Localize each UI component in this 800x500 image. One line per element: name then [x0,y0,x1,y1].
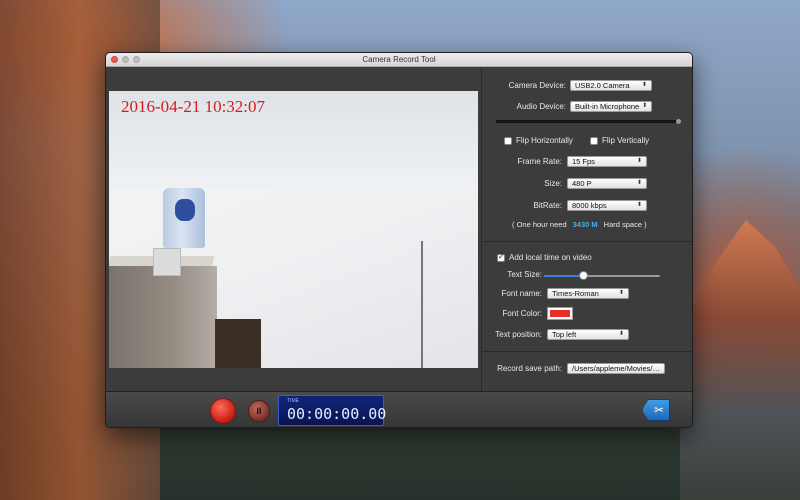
size-label: Size: [544,179,562,188]
frame-rate-select[interactable]: 15 Fps ⬍ [567,156,647,167]
audio-level-meter [496,120,680,123]
timer-caption: TIME [287,398,299,404]
window-controls [111,56,140,63]
video-chair [215,319,261,368]
chevron-updown-icon: ⬍ [618,290,624,296]
video-cabinet [109,266,217,368]
size-select[interactable]: 480 P ⬍ [567,178,647,189]
save-path-row: Record save path: /Users/appleme/Movies/… [482,363,665,374]
text-position-select[interactable]: Top left ⬍ [547,329,629,340]
add-time-row[interactable]: Add local time on video [497,252,592,262]
camera-device-label: Camera Device: [508,81,566,90]
timer-value: 00:00:00.00 [287,405,387,423]
text-size-slider[interactable] [544,271,660,281]
video-timestamp: 2016-04-21 10:32:07 [121,97,266,116]
chevron-updown-icon: ⬍ [636,180,642,186]
text-size-label: Text Size: [507,270,542,279]
maximize-window-button[interactable] [133,56,140,63]
scissors-icon: ✂ [653,403,665,417]
font-name-value: Times-Roman [552,289,599,298]
video-wire [421,241,423,368]
window-title: Camera Record Tool [362,55,436,64]
text-position-value: Top left [552,330,577,339]
chevron-updown-icon: ⬍ [663,364,664,373]
title-bar: Camera Record Tool [106,53,692,67]
chevron-updown-icon: ⬍ [618,331,624,337]
settings-panel: Camera Device: USB2.0 Camera ⬍ Audio Dev… [482,67,692,391]
minimize-window-button[interactable] [122,56,129,63]
video-cooler [153,248,181,276]
chevron-updown-icon: ⬍ [641,82,647,88]
bitrate-label: BitRate: [533,201,562,210]
frame-rate-row: Frame Rate: 15 Fps ⬍ [482,156,647,167]
section-separator [482,351,692,352]
font-color-label: Font Color: [502,309,542,318]
save-path-value: /Users/appleme/Movies/… [572,364,660,373]
size-row: Size: 480 P ⬍ [482,178,647,189]
frame-rate-value: 15 Fps [572,157,595,166]
text-size-slider-fill [544,275,584,277]
record-button[interactable] [210,398,236,424]
video-bottle-label [175,199,195,221]
size-value: 480 P [572,179,592,188]
clip-button[interactable]: ✂ [642,399,670,421]
text-size-slider-knob[interactable] [579,271,588,280]
font-color-well[interactable] [547,307,573,320]
font-name-row: Font name: Times-Roman ⬍ [482,288,629,299]
app-window: Camera Record Tool 2016-04-21 10:32:07 C… [105,52,693,428]
add-time-checkbox[interactable] [497,252,505,262]
bitrate-row: BitRate: 8000 kbps ⬍ [482,200,647,211]
desktop-mountain-background [680,220,800,500]
chevron-updown-icon: ⬍ [636,202,642,208]
add-time-label: Add local time on video [509,253,592,262]
section-separator [482,241,692,242]
pause-button[interactable]: II [248,400,270,422]
space-note-value: 3430 M [572,220,598,229]
frame-rate-label: Frame Rate: [517,157,562,166]
audio-device-value: Built-in Microphone [575,102,640,111]
audio-device-label: Audio Device: [516,102,566,111]
text-position-row: Text position: Top left ⬍ [482,329,629,340]
bitrate-select[interactable]: 8000 kbps ⬍ [567,200,647,211]
font-color-row: Font Color: [482,307,573,320]
camera-device-select[interactable]: USB2.0 Camera ⬍ [570,80,652,91]
flip-vertical-label: Flip Vertically [602,136,650,145]
camera-device-row: Camera Device: USB2.0 Camera ⬍ [482,80,652,91]
camera-device-value: USB2.0 Camera [575,81,630,90]
audio-level-end-marker [676,119,681,124]
flip-horizontal-checkbox[interactable] [504,136,512,145]
font-name-select[interactable]: Times-Roman ⬍ [547,288,629,299]
text-position-label: Text position: [495,330,542,339]
audio-device-select[interactable]: Built-in Microphone ⬍ [570,101,652,112]
space-note-prefix: ( One hour need [512,220,567,229]
font-color-swatch [550,310,570,317]
pause-icon: II [256,406,262,416]
space-note: ( One hour need 3430 M Hard space ) [512,220,647,229]
video-preview: 2016-04-21 10:32:07 [109,91,478,368]
flip-vertical-row[interactable]: Flip Vertically [590,136,649,145]
flip-horizontal-row[interactable]: Flip Horizontally [504,136,573,145]
flip-horizontal-label: Flip Horizontally [516,136,573,145]
font-name-label: Font name: [501,289,542,298]
save-path-label: Record save path: [497,364,562,373]
save-path-select[interactable]: /Users/appleme/Movies/… ⬍ [567,363,665,374]
bitrate-value: 8000 kbps [572,201,607,210]
space-note-suffix: Hard space ) [603,220,647,229]
close-window-button[interactable] [111,56,118,63]
chevron-updown-icon: ⬍ [642,103,648,109]
record-timer: TIME 00:00:00.00 [278,395,387,426]
flip-vertical-checkbox[interactable] [590,136,598,145]
text-size-row: Text Size: [482,270,542,279]
control-bar: II TIME 00:00:00.00 ✂ [106,391,692,427]
audio-device-row: Audio Device: Built-in Microphone ⬍ [482,101,652,112]
chevron-updown-icon: ⬍ [636,158,642,164]
